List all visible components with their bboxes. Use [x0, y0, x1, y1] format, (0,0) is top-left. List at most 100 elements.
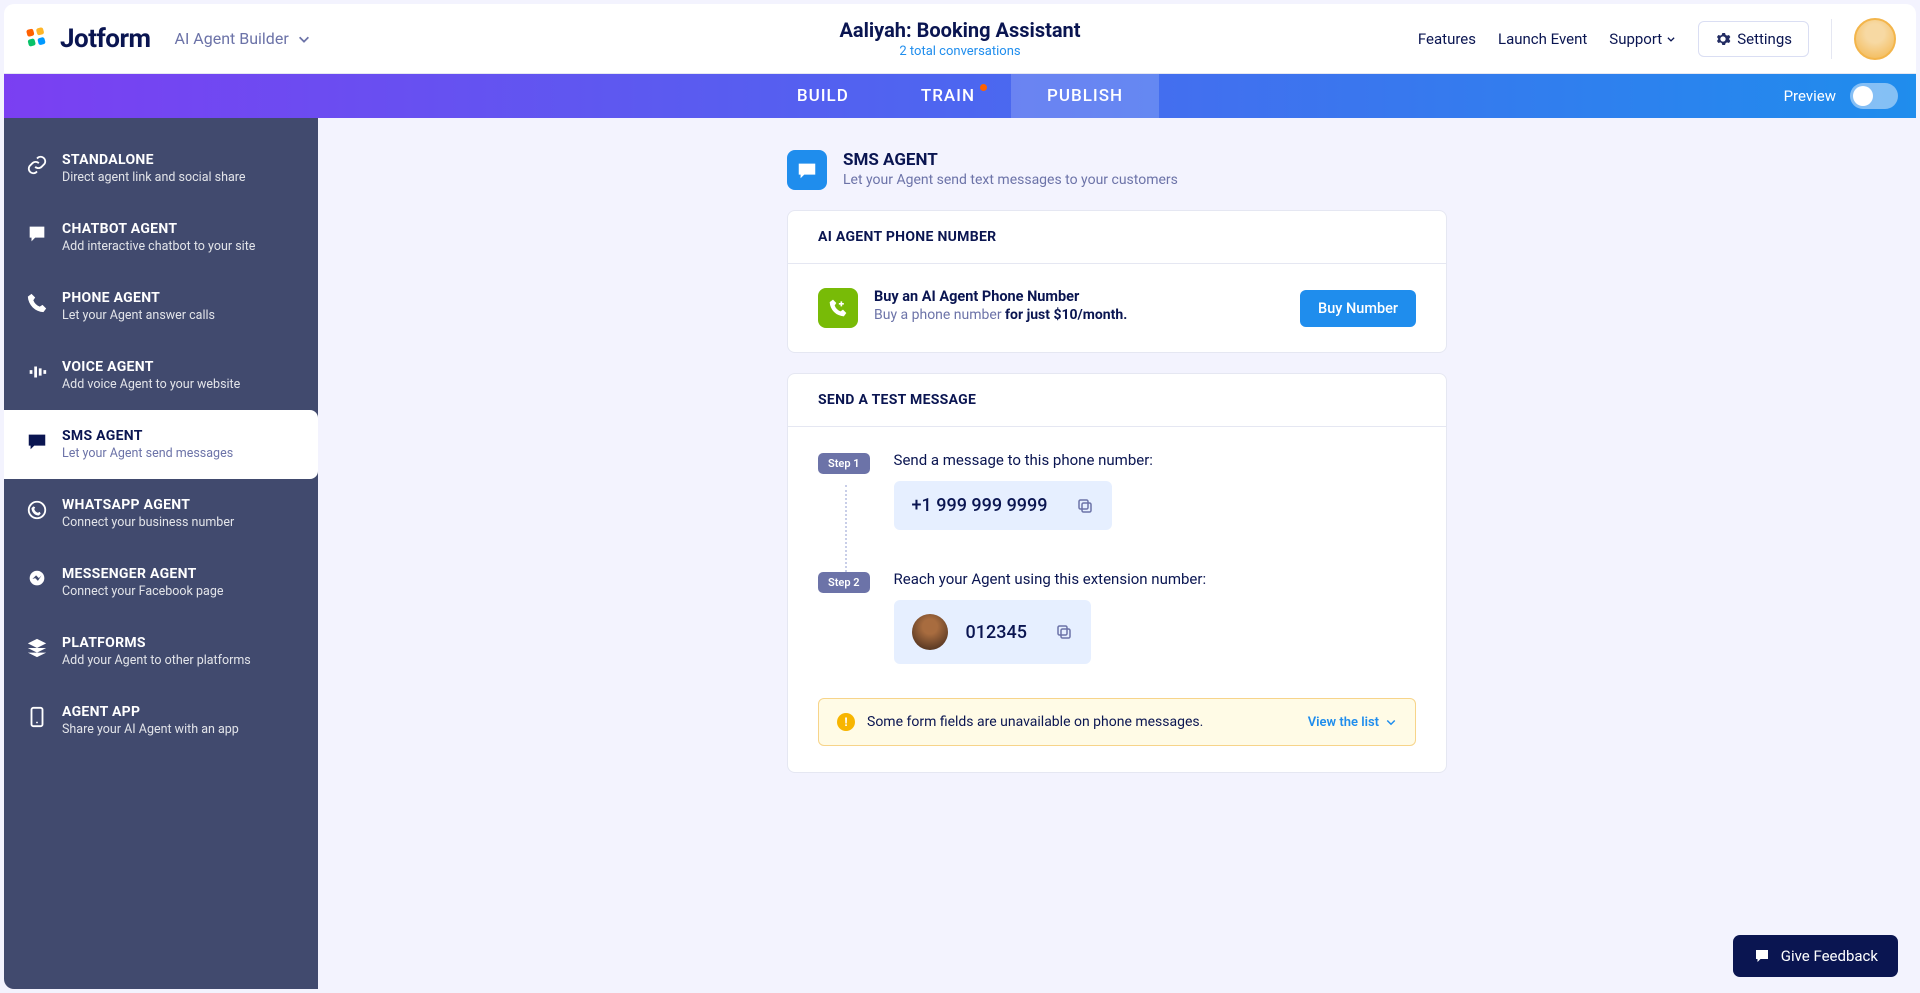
sidebar-item-chatbot[interactable]: CHATBOT AGENT Add interactive chatbot to …: [4, 203, 318, 272]
tabbar: BUILD TRAIN PUBLISH Preview: [4, 74, 1916, 118]
buy-title: Buy an AI Agent Phone Number: [874, 288, 1127, 305]
sidebar-title: MESSENGER AGENT: [62, 566, 223, 582]
card-header: SEND A TEST MESSAGE: [788, 374, 1446, 427]
settings-label: Settings: [1737, 30, 1792, 48]
sidebar-title: CHATBOT AGENT: [62, 221, 255, 237]
copy-button[interactable]: [1055, 623, 1073, 641]
sidebar-sub: Share your AI Agent with an app: [62, 722, 239, 737]
preview-toggle[interactable]: [1850, 83, 1898, 109]
step-pill: Step 1: [818, 453, 870, 474]
chat-icon: [26, 223, 48, 245]
app-title-dropdown[interactable]: AI Agent Builder: [175, 29, 311, 48]
phone-number-value: +1 999 999 9999: [912, 495, 1048, 516]
divider: [1831, 19, 1832, 59]
buy-desc: Buy a phone number for just $10/month.: [874, 307, 1127, 323]
whatsapp-icon: [26, 499, 48, 521]
tab-publish[interactable]: PUBLISH: [1011, 74, 1159, 118]
nav-support[interactable]: Support: [1609, 30, 1676, 48]
sidebar-item-agentapp[interactable]: AGENT APP Share your AI Agent with an app: [4, 686, 318, 755]
sidebar-item-sms[interactable]: SMS AGENTLet your Agent send messages: [4, 410, 318, 479]
sidebar-item-whatsapp[interactable]: WHATSAPP AGENT Connect your business numb…: [4, 479, 318, 548]
extension-chip: 012345: [894, 600, 1091, 664]
sidebar-sub: Connect your Facebook page: [62, 584, 223, 599]
sms-agent-icon: [787, 150, 827, 190]
main-content: SMS AGENT Let your Agent send text messa…: [318, 118, 1916, 989]
tab-build[interactable]: BUILD: [761, 74, 885, 118]
sidebar-sub: Add your Agent to other platforms: [62, 653, 251, 668]
chevron-down-icon: [1666, 34, 1676, 44]
sidebar-title: WHATSAPP AGENT: [62, 497, 234, 513]
notification-dot-icon: [980, 84, 987, 91]
sidebar-title: STANDALONE: [62, 152, 246, 168]
sidebar-title: AGENT APP: [62, 704, 239, 720]
card-header: AI AGENT PHONE NUMBER: [788, 211, 1446, 264]
sidebar-item-platforms[interactable]: PLATFORMS Add your Agent to other platfor…: [4, 617, 318, 686]
mobile-icon: [26, 706, 48, 728]
nav-launch[interactable]: Launch Event: [1498, 30, 1587, 48]
sms-icon: [26, 430, 48, 452]
sidebar-title: PLATFORMS: [62, 635, 251, 651]
link-icon: [26, 154, 48, 176]
step-pill: Step 2: [818, 572, 870, 593]
step-label: Send a message to this phone number:: [894, 451, 1416, 469]
extension-value: 012345: [966, 622, 1027, 643]
layers-icon: [26, 637, 48, 659]
view-list-label: View the list: [1308, 715, 1379, 730]
sidebar-item-messenger[interactable]: MESSENGER AGENT Connect your Facebook pag…: [4, 548, 318, 617]
app-title: AI Agent Builder: [175, 29, 289, 48]
feedback-label: Give Feedback: [1781, 947, 1878, 965]
sidebar-item-phone[interactable]: PHONE AGENT Let your Agent answer calls: [4, 272, 318, 341]
conversations-link[interactable]: 2 total conversations: [839, 44, 1080, 59]
messenger-icon: [26, 568, 48, 590]
sidebar-title: PHONE AGENT: [62, 290, 215, 306]
settings-button[interactable]: Settings: [1698, 21, 1809, 57]
test-step-1: Step 1 Send a message to this phone numb…: [818, 451, 1416, 530]
buy-number-button[interactable]: Buy Number: [1300, 290, 1416, 327]
gear-icon: [1715, 31, 1731, 47]
topbar: Jotform AI Agent Builder Aaliyah: Bookin…: [4, 4, 1916, 74]
sidebar-sub: Connect your business number: [62, 515, 234, 530]
sidebar-item-voice[interactable]: VOICE AGENT Add voice Agent to your websi…: [4, 341, 318, 410]
logo-text: Jotform: [60, 24, 151, 54]
copy-button[interactable]: [1076, 497, 1094, 515]
phone-number-card: AI AGENT PHONE NUMBER Buy an AI Agent Ph…: [787, 210, 1447, 353]
sidebar-sub: Add interactive chatbot to your site: [62, 239, 255, 254]
nav-features[interactable]: Features: [1418, 30, 1476, 48]
jotform-logo[interactable]: Jotform: [24, 24, 151, 54]
feedback-icon: [1753, 947, 1771, 965]
sidebar-item-standalone[interactable]: STANDALONE Direct agent link and social s…: [4, 134, 318, 203]
preview-label: Preview: [1784, 87, 1836, 105]
agent-header: Aaliyah: Booking Assistant 2 total conve…: [839, 18, 1080, 59]
tab-train[interactable]: TRAIN: [885, 74, 1011, 118]
sidebar-sub: Let your Agent answer calls: [62, 308, 215, 323]
sidebar-sub: Direct agent link and social share: [62, 170, 246, 185]
sidebar: STANDALONE Direct agent link and social s…: [4, 118, 318, 989]
agent-avatar-icon: [912, 614, 948, 650]
phone-number-chip: +1 999 999 9999: [894, 481, 1112, 530]
test-message-card: SEND A TEST MESSAGE Step 1 Send a messag…: [787, 373, 1447, 773]
give-feedback-button[interactable]: Give Feedback: [1733, 935, 1898, 977]
nav-support-label: Support: [1609, 30, 1662, 48]
user-avatar[interactable]: [1854, 18, 1896, 60]
agent-name: Aaliyah: Booking Assistant: [839, 18, 1080, 42]
copy-icon: [1076, 497, 1094, 515]
chevron-down-icon: [1385, 716, 1397, 728]
page-title: SMS AGENT: [843, 150, 1178, 170]
phone-icon: [26, 292, 48, 314]
copy-icon: [1055, 623, 1073, 641]
sidebar-title: SMS AGENT: [62, 428, 233, 444]
sidebar-sub: Add voice Agent to your website: [62, 377, 240, 392]
page-desc: Let your Agent send text messages to you…: [843, 172, 1178, 188]
phone-buy-icon: [818, 288, 858, 328]
view-list-link[interactable]: View the list: [1308, 715, 1397, 730]
logo-icon: [24, 25, 52, 53]
sidebar-title: VOICE AGENT: [62, 359, 240, 375]
warning-banner: ! Some form fields are unavailable on ph…: [818, 698, 1416, 746]
step-connector: [845, 485, 847, 580]
page-header: SMS AGENT Let your Agent send text messa…: [787, 150, 1447, 190]
voice-icon: [26, 361, 48, 383]
warning-icon: !: [837, 713, 855, 731]
step-label: Reach your Agent using this extension nu…: [894, 570, 1416, 588]
test-step-2: Step 2 Reach your Agent using this exten…: [818, 570, 1416, 664]
chevron-down-icon: [297, 32, 311, 46]
